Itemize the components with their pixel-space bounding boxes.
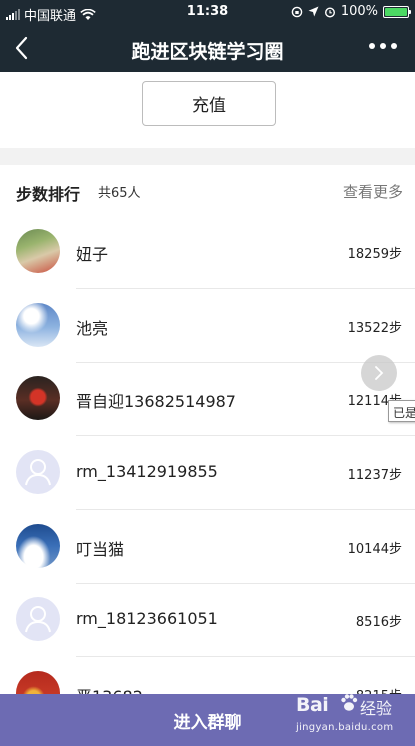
list-item[interactable]: rm_18123661051 8516步 bbox=[0, 583, 415, 657]
floating-next-button[interactable] bbox=[361, 355, 397, 391]
list-item[interactable]: rm_13412919855 11237步 bbox=[0, 436, 415, 510]
step-count: 18259步 bbox=[347, 247, 402, 262]
rotation-lock-icon bbox=[291, 6, 303, 17]
step-count: 8516步 bbox=[355, 615, 402, 630]
view-more-link[interactable]: 查看更多 bbox=[343, 181, 403, 202]
avatar bbox=[16, 450, 60, 494]
page-title: 跑进区块链学习圈 bbox=[131, 41, 284, 63]
recharge-section: 充值 bbox=[0, 72, 415, 148]
nav-bar: 跑进区块链学习圈 bbox=[0, 26, 415, 72]
ranking-header: 步数排行 共65人 查看更多 bbox=[0, 165, 415, 215]
more-dot bbox=[391, 43, 397, 49]
list-item[interactable]: 叮当猫 10144步 bbox=[0, 510, 415, 584]
more-button[interactable] bbox=[369, 43, 397, 49]
avatar bbox=[16, 671, 60, 695]
watermark-url: jingyan.baidu.com bbox=[296, 722, 394, 733]
more-dot bbox=[380, 43, 386, 49]
battery-level-fill bbox=[385, 7, 407, 16]
member-name: rm_13412919855 bbox=[76, 462, 218, 481]
list-item[interactable]: 池亮 13522步 bbox=[0, 289, 415, 363]
member-count: 共65人 bbox=[98, 186, 141, 201]
step-count: 11237步 bbox=[347, 468, 402, 483]
baidu-jingyan-watermark: Bai 经验 jingyan.baidu.com bbox=[296, 688, 411, 742]
more-dots-icon bbox=[369, 43, 375, 49]
step-ranking-card: 步数排行 共65人 查看更多 妞子 18259步 池亮 13522步 晋自迎13… bbox=[0, 165, 415, 695]
avatar bbox=[16, 229, 60, 273]
member-name: 池亮 bbox=[76, 319, 109, 338]
default-avatar-icon bbox=[25, 459, 51, 486]
step-count: 10144步 bbox=[347, 542, 402, 557]
avatar bbox=[16, 597, 60, 641]
location-icon bbox=[308, 6, 319, 17]
watermark-text: 经验 bbox=[360, 699, 393, 718]
paw-icon bbox=[341, 694, 358, 711]
battery-icon bbox=[383, 5, 411, 18]
list-item[interactable]: 妞子 18259步 bbox=[0, 215, 415, 289]
battery-percent: 100% bbox=[340, 4, 378, 19]
member-name: 叮当猫 bbox=[76, 540, 125, 559]
watermark-brand: Bai bbox=[296, 694, 329, 716]
default-avatar-icon bbox=[25, 606, 51, 633]
avatar bbox=[16, 303, 60, 347]
alarm-icon bbox=[324, 6, 335, 18]
avatar bbox=[16, 376, 60, 420]
ranking-title: 步数排行 bbox=[16, 185, 81, 204]
member-name: 妞子 bbox=[76, 245, 109, 264]
member-name: rm_18123661051 bbox=[76, 609, 218, 628]
floating-tooltip: 已是 bbox=[388, 400, 415, 422]
recharge-button[interactable]: 充值 bbox=[142, 81, 276, 126]
status-right: 100% bbox=[291, 4, 411, 19]
member-name: 晋自迎13682514987 bbox=[76, 392, 236, 411]
step-count: 13522步 bbox=[347, 321, 402, 336]
status-bar: 中国联通 11:38 100% bbox=[0, 0, 415, 26]
chevron-right-icon bbox=[375, 366, 384, 380]
list-item[interactable]: 晋自迎13682514987 12114步 bbox=[0, 362, 415, 436]
avatar bbox=[16, 524, 60, 568]
